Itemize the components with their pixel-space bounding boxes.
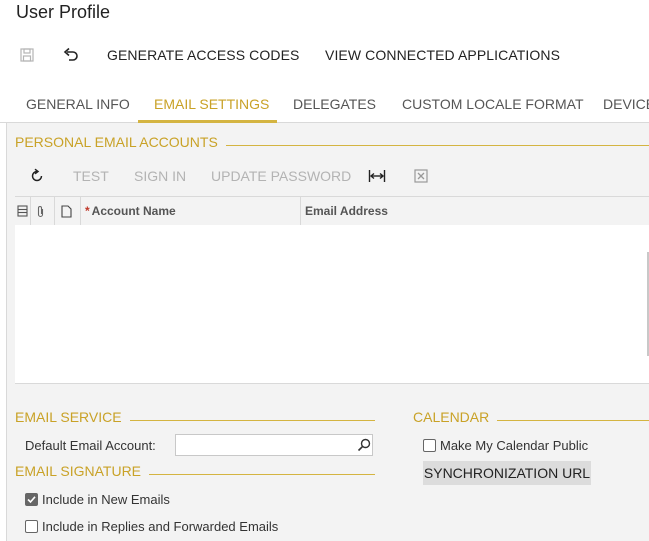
default-email-account-input[interactable] [175,434,373,456]
fit-columns-icon[interactable] [367,166,387,186]
search-icon[interactable] [356,437,372,453]
tab-custom-locale-format[interactable]: CUSTOM LOCALE FORMAT [402,96,584,112]
tab-devices[interactable]: DEVICES [603,96,649,112]
include-in-new-emails-checkbox[interactable] [25,493,38,506]
calendar-title: CALENDAR [413,409,498,425]
make-calendar-public-label: Make My Calendar Public [440,438,589,453]
refresh-icon[interactable] [27,166,47,186]
synchronization-url-button[interactable]: SYNCHRONIZATION URL [423,461,591,485]
tab-general-info[interactable]: GENERAL INFO [26,96,130,112]
make-calendar-public-checkbox[interactable] [423,439,436,452]
include-in-new-emails-label: Include in New Emails [42,492,170,507]
column-header-account-name[interactable]: * Account Name [85,197,176,225]
required-marker: * [85,204,90,218]
generate-access-codes-button[interactable]: GENERATE ACCESS CODES [107,47,299,63]
note-icon[interactable] [61,197,75,225]
update-password-button[interactable]: UPDATE PASSWORD [211,168,351,184]
tab-email-settings[interactable]: EMAIL SETTINGS [154,96,269,112]
section-divider [120,420,375,421]
undo-icon[interactable] [61,45,81,65]
test-button[interactable]: TEST [73,168,109,184]
include-in-replies-checkbox[interactable] [25,520,38,533]
save-icon[interactable] [17,45,37,65]
section-divider [210,145,649,146]
files-column-icon[interactable] [17,197,29,225]
page-title: User Profile [16,2,111,22]
sign-in-button[interactable]: SIGN IN [134,168,186,184]
view-connected-applications-button[interactable]: VIEW CONNECTED APPLICATIONS [325,47,560,63]
section-divider [490,420,649,421]
tab-delegates[interactable]: DELEGATES [293,96,376,112]
attachment-icon[interactable] [36,197,48,225]
export-excel-icon[interactable] [411,166,431,186]
email-service-title: EMAIL SERVICE [15,409,130,425]
personal-email-accounts-title: PERSONAL EMAIL ACCOUNTS [15,134,226,150]
grid-body [15,225,649,384]
include-in-replies-label: Include in Replies and Forwarded Emails [42,519,279,534]
column-header-email-address[interactable]: Email Address [305,197,388,225]
default-email-account-label: Default Email Account: [25,438,156,453]
grid-header: * Account Name Email Address [15,196,649,226]
email-signature-title: EMAIL SIGNATURE [15,463,150,479]
section-divider [138,474,375,475]
